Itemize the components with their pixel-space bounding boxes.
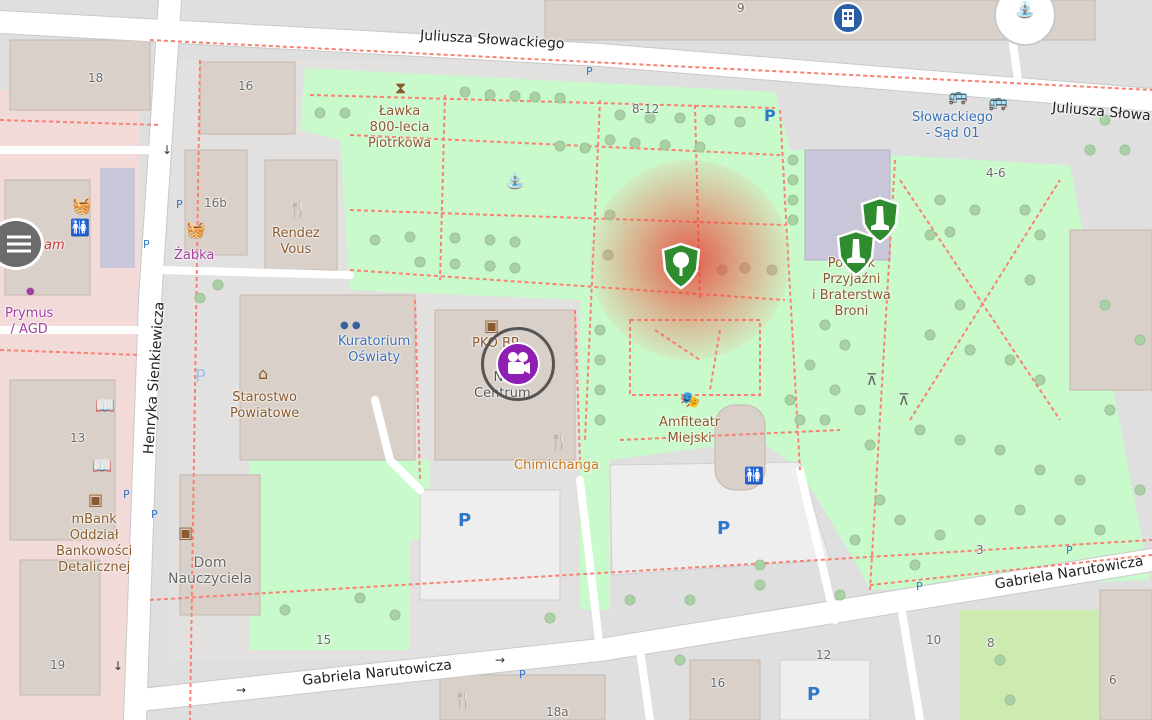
poi-mbank: mBank Oddział Bankowości Detalicznej — [56, 512, 133, 575]
restaurant-icon: 🍴 — [549, 432, 569, 451]
list-icon — [7, 235, 31, 253]
apartment-icon — [842, 9, 854, 27]
restaurant-icon: 🍴 — [453, 690, 473, 709]
monument-icon — [836, 229, 876, 277]
library-icon: 📖 — [92, 456, 112, 475]
fountain-icon: ⛲ — [1015, 0, 1035, 19]
tree-shield-marker[interactable] — [661, 242, 701, 290]
one-way-arrow-icon: ↓ — [162, 143, 173, 157]
bench-icon: ⧗ — [395, 78, 407, 97]
bus-stop-icon: 🚌 — [988, 92, 1008, 111]
poi-prymus: Prymus / AGD — [5, 306, 54, 337]
bus-stop-icon: 🚌 — [948, 86, 968, 105]
school-icon: ▣ — [178, 523, 194, 542]
camera-marker[interactable] — [481, 327, 555, 401]
one-way-arrow-icon: → — [495, 653, 506, 667]
parking-label: P — [1066, 544, 1073, 557]
apartment-marker[interactable] — [832, 2, 864, 34]
house-number: 10 — [926, 633, 942, 647]
poi-rendez-vous: Rendez Vous — [272, 226, 320, 257]
shopping-basket-icon: 🧺 — [186, 220, 206, 239]
poi-zabka: Żabka — [174, 248, 215, 263]
parking-label: P — [916, 580, 923, 593]
bank-icon: ▣ — [484, 316, 500, 335]
parking-label: P — [123, 488, 130, 501]
house-number: 4-6 — [986, 166, 1006, 180]
house-number: 15 — [316, 633, 332, 647]
poi-chimichanga: Chimichanga — [514, 458, 600, 473]
camera-badge — [496, 342, 540, 386]
house-number: 18 — [88, 71, 104, 85]
parking-label: P — [807, 684, 821, 705]
library-icon: 📖 — [95, 396, 115, 415]
parking-label: P — [519, 668, 526, 681]
shopping-basket-icon: 🧺 — [72, 196, 92, 215]
parking-label: P — [143, 238, 150, 251]
map-base-layer — [0, 0, 1152, 720]
toilets-icon: 🚻 — [744, 466, 764, 485]
townhall-icon: ⌂ — [258, 364, 269, 383]
picnic-table-icon: ⊼ — [898, 390, 910, 409]
house-number: 16b — [204, 196, 227, 210]
poi-amfiteatr: Amfiteatr Miejski — [659, 415, 721, 446]
poi-starostwo: Starostwo Powiatowe — [230, 390, 300, 421]
poi-kuratorium: Kuratorium Oświaty — [338, 334, 411, 365]
house-number: 3 — [976, 543, 984, 557]
parking-label: P — [717, 518, 731, 539]
parking-label: P — [151, 508, 158, 521]
one-way-arrow-icon: → — [236, 683, 247, 697]
house-number: 9 — [737, 1, 745, 15]
camera-icon — [508, 352, 530, 374]
menu-button[interactable] — [0, 218, 44, 270]
map-view[interactable]: Juliusza Słowackiego Juliusza Słowa Henr… — [0, 0, 1152, 720]
theatre-icon: 🎭 — [680, 390, 700, 409]
house-number: 13 — [70, 431, 86, 445]
house-number: 18a — [546, 705, 569, 719]
parking-label: P — [195, 366, 206, 387]
parking-label: P — [586, 65, 593, 78]
house-number: 19 — [50, 658, 66, 672]
parking-label: P — [458, 510, 472, 531]
house-number: 8 — [987, 636, 995, 650]
house-number: 8-12 — [632, 102, 660, 116]
picnic-table-icon: ⊼ — [866, 370, 878, 389]
parking-label: P — [764, 106, 776, 125]
poi-partial-label: am — [44, 238, 65, 253]
bank-icon: ▣ — [88, 490, 104, 509]
toilets-icon: 🚻 — [70, 218, 90, 237]
tree-icon — [661, 242, 701, 290]
house-number: 12 — [816, 648, 832, 662]
poi-bus-stop: Słowackiego - Sąd 01 — [912, 110, 993, 141]
one-way-arrow-icon: ↓ — [113, 659, 124, 673]
monument-shield-marker[interactable] — [836, 229, 876, 277]
poi-lawka: Ławka 800-lecia Piotrkowa — [368, 104, 432, 151]
house-number: 6 — [1109, 673, 1117, 687]
poi-dom-nauczyciela: Dom Nauczyciela — [168, 555, 252, 587]
office-icon: ● ● — [340, 320, 361, 331]
shop-dot-icon: ● — [26, 286, 35, 297]
house-number: 16 — [710, 676, 726, 690]
restaurant-icon: 🍴 — [288, 200, 308, 219]
house-number: 16 — [238, 79, 254, 93]
fountain-icon: ⛲ — [505, 171, 525, 190]
parking-label: P — [176, 198, 183, 211]
